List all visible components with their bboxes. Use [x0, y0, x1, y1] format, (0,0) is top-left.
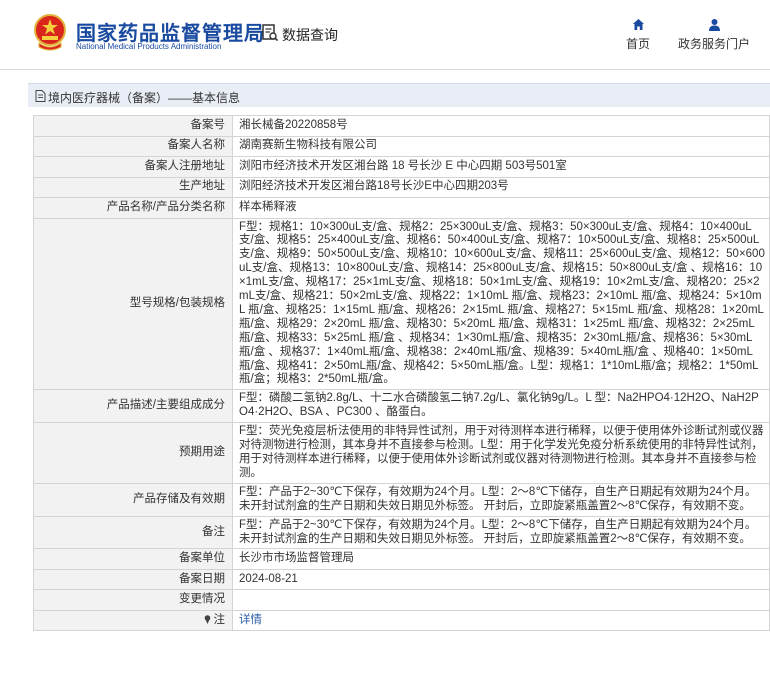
row-label: 型号规格/包装规格: [33, 217, 233, 391]
row-value: 湘长械备20220858号: [232, 115, 770, 137]
national-emblem-icon: [34, 14, 66, 51]
table-row: 备案号 湘长械备20220858号: [33, 115, 770, 137]
table-row: 备案日期 2024-08-21: [33, 568, 770, 591]
row-label: 预期用途: [33, 422, 233, 484]
table-row: 注 详情: [33, 609, 770, 632]
row-value: F型：规格1：10×300uL支/盒、规格2：25×300uL支/盒、规格3：5…: [232, 217, 770, 391]
row-value: 浏阳经济技术开发区湘台路18号长沙E中心四期203号: [232, 176, 770, 198]
row-value: 长沙市市场监督管理局: [232, 548, 770, 570]
row-value: F型：荧光免疫层析法使用的非特异性试剂，用于对待测样本进行稀释，以便于使用体外诊…: [232, 422, 770, 484]
table-row: 产品名称/产品分类名称 样本稀释液: [33, 197, 770, 219]
row-label: 备案日期: [33, 568, 233, 591]
home-icon: [632, 19, 644, 30]
row-label: 变更情况: [33, 589, 233, 611]
org-name-en[interactable]: National Medical Products Administration: [76, 42, 221, 51]
note-label-cell: 注: [33, 609, 233, 632]
table-row: 备案单位 长沙市市场监督管理局: [33, 548, 770, 570]
table-row: 变更情况: [33, 589, 770, 611]
row-value: 详情: [232, 609, 770, 632]
data-query-icon: [262, 24, 278, 42]
table-row: 产品存储及有效期 F型：产品于2~30℃下保存，有效期为24个月。L型：2～8℃…: [33, 482, 770, 517]
nav-service-label: 政务服务门户: [677, 37, 750, 51]
user-icon: [708, 19, 720, 31]
pin-icon: [204, 614, 210, 624]
site-header: 国家药品监督管理局 National Medical Products Admi…: [0, 0, 770, 70]
row-value: [232, 589, 770, 611]
note-label: 注: [213, 613, 226, 626]
nav-home[interactable]: 首页: [623, 18, 653, 52]
row-label: 产品名称/产品分类名称: [33, 197, 233, 219]
row-label: 生产地址: [33, 176, 233, 198]
row-label: 备案人名称: [33, 135, 233, 157]
nav-home-label: 首页: [625, 37, 650, 51]
table-row: 备案人名称 湖南赛新生物科技有限公司: [33, 135, 770, 157]
row-label: 产品存储及有效期: [33, 482, 233, 517]
row-value: F型：产品于2~30℃下保存，有效期为24个月。L型：2～8℃下储存，自生产日期…: [232, 515, 770, 550]
row-label: 产品描述/主要组成成分: [33, 389, 233, 424]
table-row: 型号规格/包装规格 F型：规格1：10×300uL支/盒、规格2：25×300u…: [33, 217, 770, 391]
row-label: 备案号: [33, 115, 233, 137]
record-info-table: 备案号 湘长械备20220858号 备案人名称 湖南赛新生物科技有限公司 备案人…: [33, 115, 770, 632]
row-value: F型：产品于2~30℃下保存，有效期为24个月。L型：2～8℃下储存，自生产日期…: [232, 482, 770, 517]
row-label: 备案人注册地址: [33, 156, 233, 178]
row-value: 湖南赛新生物科技有限公司: [232, 135, 770, 157]
row-value: F型：磷酸二氢钠2.8g/L、十二水合磷酸氢二钠7.2g/L、氯化钠9g/L。L…: [232, 389, 770, 424]
row-value: 2024-08-21: [232, 568, 770, 591]
breadcrumb-text: 境内医疗器械（备案）——基本信息: [48, 91, 241, 105]
breadcrumb: 境内医疗器械（备案）——基本信息: [28, 83, 770, 107]
row-value: 样本稀释液: [232, 197, 770, 219]
table-row: 备案人注册地址 浏阳市经济技术开发区湘台路 18 号长沙 E 中心四期 503号…: [33, 156, 770, 178]
document-icon: [35, 90, 46, 102]
table-row: 产品描述/主要组成成分 F型：磷酸二氢钠2.8g/L、十二水合磷酸氢二钠7.2g…: [33, 389, 770, 424]
row-label: 备注: [33, 515, 233, 550]
detail-link[interactable]: 详情: [239, 614, 262, 626]
row-value: 浏阳市经济技术开发区湘台路 18 号长沙 E 中心四期 503号501室: [232, 156, 770, 178]
table-row: 生产地址 浏阳经济技术开发区湘台路18号长沙E中心四期203号: [33, 176, 770, 198]
table-row: 预期用途 F型：荧光免疫层析法使用的非特异性试剂，用于对待测样本进行稀释，以便于…: [33, 422, 770, 484]
row-label: 备案单位: [33, 548, 233, 570]
nav-service-portal[interactable]: 政务服务门户: [676, 18, 752, 52]
table-row: 备注 F型：产品于2~30℃下保存，有效期为24个月。L型：2～8℃下储存，自生…: [33, 515, 770, 550]
data-query-link[interactable]: 数据查询: [282, 25, 338, 45]
